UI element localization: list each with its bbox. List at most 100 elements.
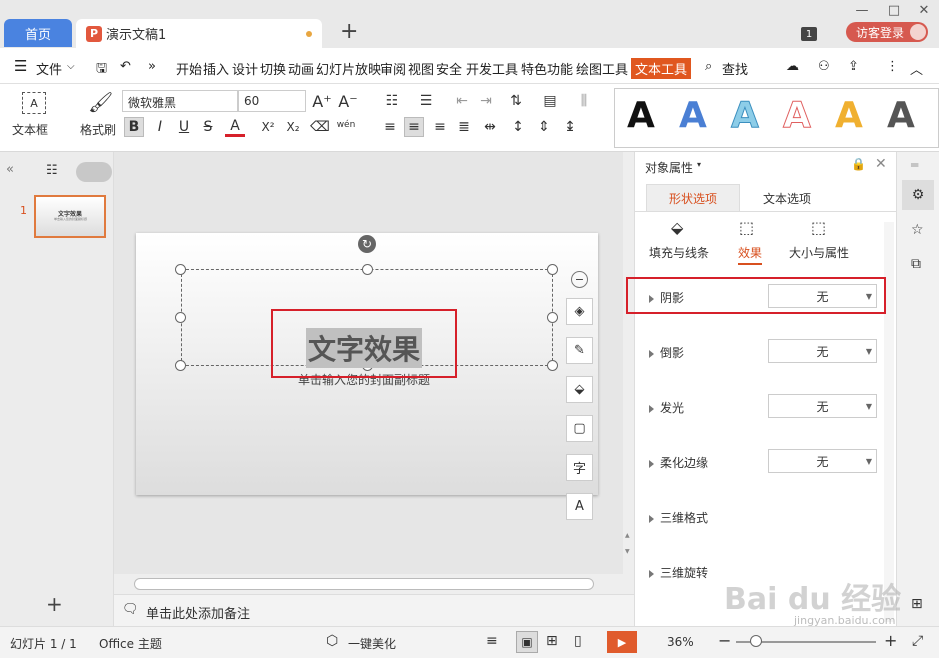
play-slideshow-icon[interactable]: ▶ — [607, 631, 637, 653]
new-tab-button[interactable]: + — [340, 20, 358, 44]
rotate-handle-icon[interactable]: ↻ — [358, 235, 376, 253]
add-slide-icon[interactable]: + — [46, 592, 63, 616]
style-blue[interactable]: A — [679, 95, 707, 136]
chevron-down-icon[interactable]: ⌵ — [67, 61, 75, 72]
login-button[interactable]: 访客登录 — [846, 22, 928, 42]
layers-icon[interactable]: ◈ — [566, 298, 593, 325]
strikethrough-button[interactable]: S — [198, 117, 218, 137]
tab-document[interactable]: P 演示文稿1 — [76, 19, 322, 48]
para-spacing-icon[interactable]: ⇕ — [534, 117, 554, 137]
menu-text-tools[interactable]: 文本工具 — [631, 58, 692, 79]
zoom-slider-thumb[interactable] — [750, 635, 762, 647]
text-effect-icon[interactable]: A — [566, 493, 593, 520]
resize-handle[interactable] — [175, 264, 186, 275]
collapse-ribbon-icon[interactable]: ︿ — [910, 59, 923, 78]
menu-insert[interactable]: 插入 — [203, 59, 229, 78]
slide-thumbnail[interactable]: 文字效果 单击输入您的封面副标题 — [34, 195, 106, 238]
shrink-font-icon[interactable]: A⁻ — [338, 91, 358, 111]
menu-view[interactable]: 视图 — [408, 59, 434, 78]
align-text-icon[interactable]: ▤ — [540, 91, 560, 111]
text-style-gallery[interactable]: A A A A A A — [614, 88, 939, 148]
fill-line-icon[interactable]: ⬙ — [671, 218, 683, 237]
style-blue-outline[interactable]: A — [731, 95, 760, 137]
increase-indent-icon[interactable]: ⇥ — [476, 91, 496, 111]
italic-button[interactable]: I — [150, 117, 170, 137]
border-icon[interactable]: ▢ — [566, 415, 593, 442]
font-size-select[interactable]: 60 — [238, 90, 306, 112]
zoom-level[interactable]: 36% — [667, 635, 694, 649]
align-left-icon[interactable]: ≡ — [380, 117, 400, 137]
glow-select[interactable]: 无 ▼ — [768, 394, 877, 418]
scroll-down-icon[interactable]: ▼ — [625, 548, 630, 555]
normal-view-icon[interactable]: ▣ — [516, 631, 538, 653]
subscript-button[interactable]: X₂ — [283, 117, 303, 137]
cloud-icon[interactable]: ☁ — [786, 59, 799, 74]
reading-view-icon[interactable]: ▯ — [574, 633, 582, 649]
format-painter-icon[interactable]: 🖌 — [88, 90, 113, 114]
thumbnail-view-toggle[interactable] — [76, 162, 112, 182]
sorter-view-icon[interactable]: ⊞ — [546, 633, 558, 649]
prop-glow[interactable]: 发光 — [649, 399, 684, 416]
effects-icon[interactable]: ⬚ — [739, 218, 754, 237]
style-black[interactable]: A — [627, 95, 655, 136]
textbox-label[interactable]: 文本框 — [12, 121, 48, 138]
grow-font-icon[interactable]: A⁺ — [312, 91, 332, 111]
justify-icon[interactable]: ≣ — [454, 117, 474, 137]
save-icon[interactable]: 🖫 — [96, 59, 107, 81]
undo-icon[interactable]: ↶ — [120, 59, 131, 74]
fill-bucket-icon[interactable]: ⬙ — [566, 376, 593, 403]
horizontal-scrollbar[interactable] — [114, 574, 634, 594]
search-icon[interactable]: ⌕ — [705, 59, 712, 74]
align-right-icon[interactable]: ≡ — [430, 117, 450, 137]
resize-handle[interactable] — [362, 264, 373, 275]
menu-transition[interactable]: 切换 — [260, 59, 286, 78]
vertical-scrollbar[interactable]: ▲ ▼ — [623, 152, 634, 574]
font-color-button[interactable]: A — [225, 117, 245, 137]
menu-animation[interactable]: 动画 — [288, 59, 314, 78]
resize-handle[interactable] — [547, 360, 558, 371]
style-gray[interactable]: A — [887, 95, 915, 136]
size-props-icon[interactable]: ⬚ — [811, 218, 826, 237]
soft-edges-select[interactable]: 无 ▼ — [768, 449, 877, 473]
bullets-icon[interactable]: ☷ — [382, 91, 402, 111]
maximize-button[interactable]: □ — [884, 2, 904, 18]
horizontal-scroll-thumb[interactable] — [134, 578, 594, 590]
menu-features[interactable]: 特色功能 — [521, 59, 573, 78]
resize-handle[interactable] — [547, 312, 558, 323]
text-direction-icon[interactable]: ⇅ — [506, 91, 526, 111]
collapse-panel-icon[interactable]: « — [6, 162, 14, 177]
apps-grid-icon[interactable]: ⊞ — [911, 596, 923, 612]
prop-reflection[interactable]: 倒影 — [649, 344, 684, 361]
export-icon[interactable]: ⇪ — [848, 59, 859, 74]
outline-view-icon[interactable]: ☷ — [46, 163, 58, 178]
more-icon[interactable]: » — [148, 59, 156, 74]
transform-icon[interactable]: ⧉ — [911, 256, 921, 272]
zoom-in-icon[interactable]: + — [884, 631, 897, 650]
menu-review[interactable]: 审阅 — [380, 59, 406, 78]
prop-3d-format[interactable]: 三维格式 — [649, 509, 708, 526]
prop-3d-rotation[interactable]: 三维旋转 — [649, 564, 708, 581]
line-spacing-icon[interactable]: ↕ — [508, 117, 528, 137]
pen-icon[interactable]: ✎ — [566, 337, 593, 364]
notes-bar[interactable]: 🗨 单击此处添加备注 — [114, 594, 634, 626]
textbox-icon[interactable]: A — [22, 92, 46, 114]
text-wrap-icon[interactable]: 字 — [566, 454, 593, 481]
bold-button[interactable]: B — [124, 117, 144, 137]
lock-icon[interactable]: 🔒 — [851, 157, 866, 171]
scroll-up-icon[interactable]: ▲ — [625, 532, 630, 539]
subtab-size-props[interactable]: 大小与属性 — [789, 244, 849, 261]
font-name-select[interactable]: 微软雅黑 — [122, 90, 238, 112]
menu-search[interactable]: 查找 — [722, 59, 748, 78]
theme-name[interactable]: Office 主题 — [99, 635, 162, 652]
beautify-button[interactable]: 一键美化 — [348, 635, 396, 652]
close-panel-icon[interactable]: ✕ — [875, 156, 887, 172]
phonetic-guide-button[interactable]: wén — [336, 115, 356, 135]
reflection-select[interactable]: 无 ▼ — [768, 339, 877, 363]
menu-drawing-tools[interactable]: 绘图工具 — [576, 59, 628, 78]
resize-handle[interactable] — [175, 312, 186, 323]
align-center-icon[interactable]: ≡ — [404, 117, 424, 137]
menu-file[interactable]: 文件 — [36, 59, 62, 78]
share-user-icon[interactable]: ⚇ — [818, 59, 830, 74]
menu-devtools[interactable]: 开发工具 — [466, 59, 518, 78]
style-orange[interactable]: A — [835, 95, 863, 136]
